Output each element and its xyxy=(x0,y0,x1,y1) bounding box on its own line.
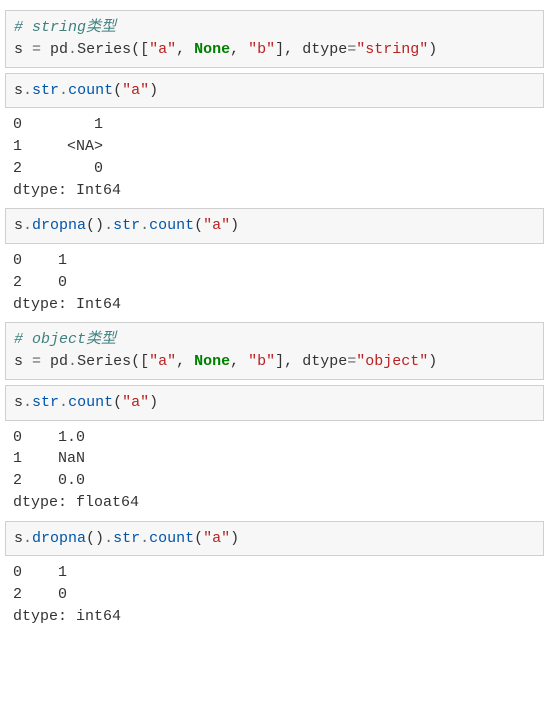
paren-close: ) xyxy=(230,217,239,234)
paren-open: ([ xyxy=(131,41,149,58)
paren-empty: () xyxy=(86,217,104,234)
comment-hash: # xyxy=(14,19,32,36)
var-s: s xyxy=(14,82,23,99)
dot: . xyxy=(23,530,32,547)
comma: , xyxy=(230,41,248,58)
str-a: "a" xyxy=(203,217,230,234)
paren-close: ) xyxy=(428,353,437,370)
bracket-close: ], xyxy=(275,353,302,370)
comment-keyword: string xyxy=(32,19,86,36)
paren-open: ( xyxy=(113,82,122,99)
str-a: "a" xyxy=(122,394,149,411)
comment-line: # string类型 xyxy=(14,19,116,36)
dot: . xyxy=(68,353,77,370)
dot: . xyxy=(23,394,32,411)
dtype-value: "object" xyxy=(356,353,428,370)
comment-keyword: object xyxy=(32,331,86,348)
paren-close: ) xyxy=(149,82,158,99)
dtype-value: "string" xyxy=(356,41,428,58)
method-count: count xyxy=(149,530,194,547)
code-cell-4: # object类型 s = pd.Series(["a", None, "b"… xyxy=(5,322,544,380)
dtype-kw: dtype xyxy=(302,353,347,370)
paren-open: ( xyxy=(194,530,203,547)
code-cell-3: s.dropna().str.count("a") xyxy=(5,208,544,244)
method-dropna: dropna xyxy=(32,530,86,547)
dot: . xyxy=(104,530,113,547)
output-cell-3: 0 1.0 1 NaN 2 0.0 dtype: float64 xyxy=(5,421,544,516)
comma: , xyxy=(176,353,194,370)
none-kw: None xyxy=(194,353,230,370)
pd-ident: pd xyxy=(50,41,68,58)
comment-line: # object类型 xyxy=(14,331,116,348)
paren-close: ) xyxy=(428,41,437,58)
paren-open: ( xyxy=(113,394,122,411)
method-count: count xyxy=(68,394,113,411)
output-cell-1: 0 1 1 <NA> 2 0 dtype: Int64 xyxy=(5,108,544,203)
op-assign: = xyxy=(23,41,50,58)
dot: . xyxy=(140,217,149,234)
comma: , xyxy=(230,353,248,370)
method-str: str xyxy=(113,217,140,234)
var-s: s xyxy=(14,41,23,58)
code-cell-1: # string类型 s = pd.Series(["a", None, "b"… xyxy=(5,10,544,68)
bracket-close: ], xyxy=(275,41,302,58)
comment-rest: 类型 xyxy=(86,331,116,348)
str-a: "a" xyxy=(203,530,230,547)
code-cell-2: s.str.count("a") xyxy=(5,73,544,109)
dot: . xyxy=(68,41,77,58)
method-str: str xyxy=(32,82,59,99)
comment-hash: # xyxy=(14,331,32,348)
str-b: "b" xyxy=(248,41,275,58)
paren-close: ) xyxy=(230,530,239,547)
dot: . xyxy=(59,394,68,411)
output-cell-2: 0 1 2 0 dtype: Int64 xyxy=(5,244,544,317)
pd-ident: pd xyxy=(50,353,68,370)
var-s: s xyxy=(14,353,23,370)
output-cell-4: 0 1 2 0 dtype: int64 xyxy=(5,556,544,629)
paren-open: ( xyxy=(194,217,203,234)
dot: . xyxy=(104,217,113,234)
dot: . xyxy=(140,530,149,547)
var-s: s xyxy=(14,394,23,411)
str-a: "a" xyxy=(122,82,149,99)
paren-empty: () xyxy=(86,530,104,547)
dot: . xyxy=(23,82,32,99)
str-a: "a" xyxy=(149,41,176,58)
paren-close: ) xyxy=(149,394,158,411)
code-cell-5: s.str.count("a") xyxy=(5,385,544,421)
comma: , xyxy=(176,41,194,58)
dtype-kw: dtype xyxy=(302,41,347,58)
series-ident: Series xyxy=(77,41,131,58)
op-eq: = xyxy=(347,353,356,370)
str-b: "b" xyxy=(248,353,275,370)
method-str: str xyxy=(113,530,140,547)
none-kw: None xyxy=(194,41,230,58)
series-ident: Series xyxy=(77,353,131,370)
method-dropna: dropna xyxy=(32,217,86,234)
method-str: str xyxy=(32,394,59,411)
var-s: s xyxy=(14,530,23,547)
dot: . xyxy=(23,217,32,234)
str-a: "a" xyxy=(149,353,176,370)
paren-open: ([ xyxy=(131,353,149,370)
op-assign: = xyxy=(23,353,50,370)
code-cell-6: s.dropna().str.count("a") xyxy=(5,521,544,557)
method-count: count xyxy=(68,82,113,99)
op-eq: = xyxy=(347,41,356,58)
var-s: s xyxy=(14,217,23,234)
dot: . xyxy=(59,82,68,99)
method-count: count xyxy=(149,217,194,234)
comment-rest: 类型 xyxy=(86,19,116,36)
